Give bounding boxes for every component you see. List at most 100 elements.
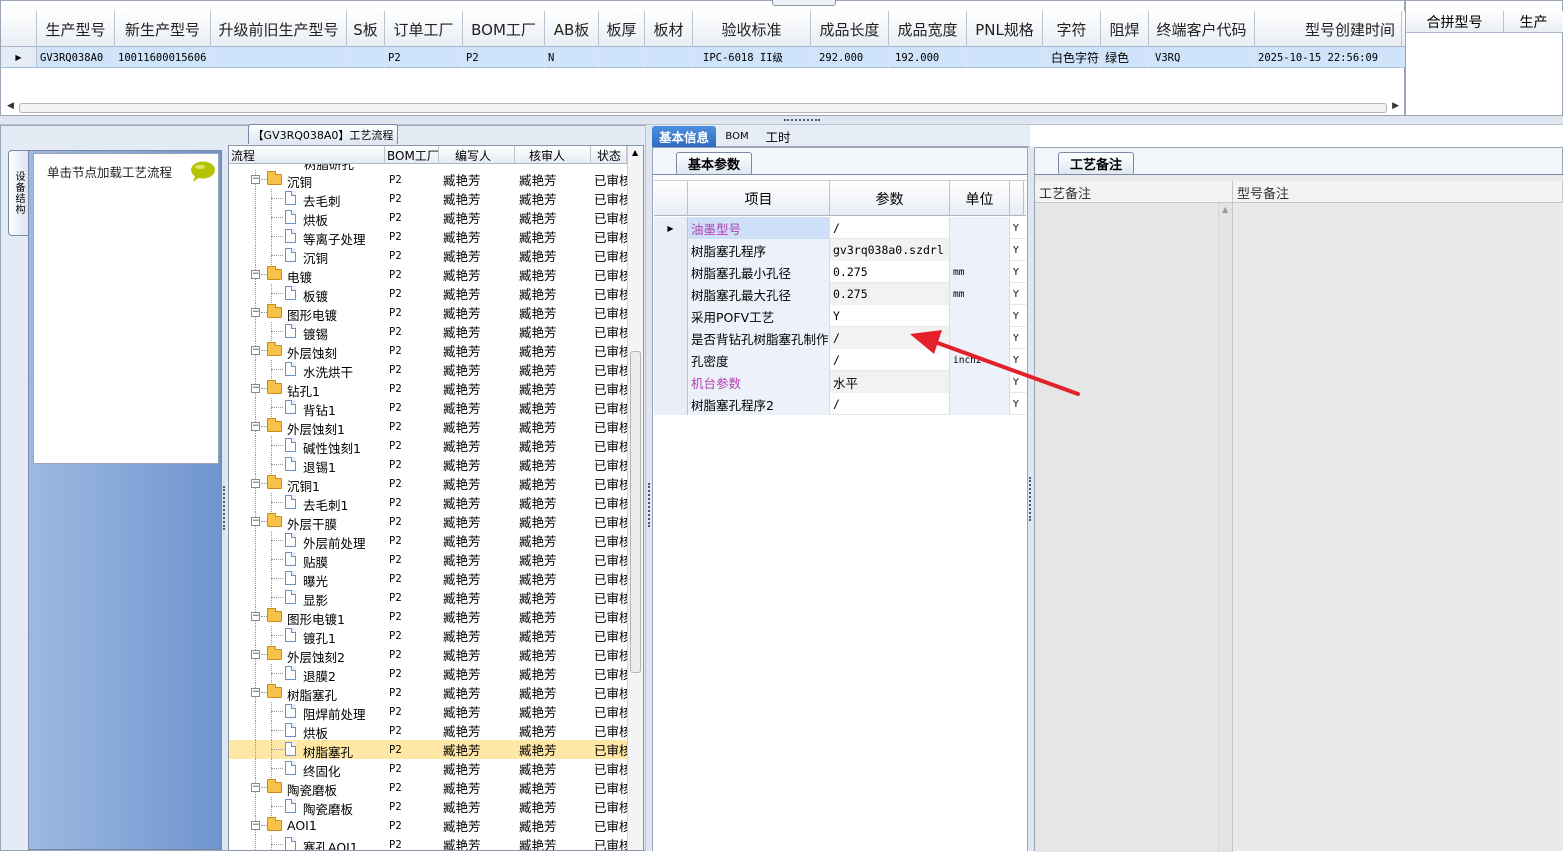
cell-writer[interactable]: 臧艳芳 [439, 474, 515, 493]
collapse-icon[interactable]: − [251, 270, 260, 279]
cell[interactable] [599, 47, 645, 68]
cell-bom[interactable]: P2 [385, 341, 439, 360]
tree-node[interactable]: − 陶瓷磨板 [229, 778, 385, 797]
col-header[interactable]: 工艺备注 [1035, 181, 1233, 203]
table-row[interactable]: −AOI1P2臧艳芳臧艳芳已审核 [229, 816, 627, 835]
cell-reviewer[interactable]: 臧艳芳 [515, 740, 591, 759]
col-header[interactable]: AB板 [545, 11, 599, 47]
cell-status[interactable]: 已审核 [591, 645, 627, 664]
cell-reviewer[interactable]: 臧艳芳 [515, 664, 591, 683]
table-row[interactable]: 背钻1P2臧艳芳臧艳芳已审核 [229, 398, 627, 417]
cell-writer[interactable]: 臧艳芳 [439, 493, 515, 512]
param-row[interactable]: 机台参数 水平 Y [654, 371, 1026, 393]
cell-writer[interactable]: 臧艳芳 [439, 835, 515, 850]
cell-bom[interactable]: P2 [385, 265, 439, 284]
cell-status[interactable]: 已审核 [591, 227, 627, 246]
table-row[interactable]: −钻孔1P2臧艳芳臧艳芳已审核 [229, 379, 627, 398]
param-value[interactable]: 水平 [830, 371, 950, 393]
cell-reviewer[interactable]: 臧艳芳 [515, 683, 591, 702]
collapse-icon[interactable]: − [251, 517, 260, 526]
cell-reviewer[interactable]: 臧艳芳 [515, 569, 591, 588]
cell-bom[interactable]: P2 [385, 550, 439, 569]
collapse-icon[interactable]: − [251, 688, 260, 697]
table-row[interactable]: −外层蚀刻P2臧艳芳臧艳芳已审核 [229, 341, 627, 360]
col-header[interactable]: 核审人 [515, 146, 591, 164]
collapse-icon[interactable]: − [251, 384, 260, 393]
cell-bom[interactable]: P2 [385, 664, 439, 683]
cell-status[interactable]: 已审核 [591, 284, 627, 303]
col-header[interactable]: S板 [347, 11, 385, 47]
cell-bom[interactable]: P2 [385, 417, 439, 436]
cell[interactable]: 292.000 [811, 47, 889, 68]
cell-reviewer[interactable]: 臧艳芳 [515, 759, 591, 778]
cell-reviewer[interactable]: 臧艳芳 [515, 531, 591, 550]
cell-writer[interactable]: 臧艳芳 [439, 778, 515, 797]
tree-node[interactable]: − 图形电镀1 [229, 607, 385, 626]
cell-reviewer[interactable]: 臧艳芳 [515, 265, 591, 284]
cell-writer[interactable]: 臧艳芳 [439, 721, 515, 740]
tree-node[interactable]: 贴膜 [229, 550, 385, 569]
col-header[interactable]: 参数 [830, 181, 950, 216]
param-row[interactable]: 树脂塞孔程序 gv3rq038a0.szdrl Y [654, 239, 1026, 261]
scrollbar-thumb[interactable] [630, 351, 641, 673]
cell-writer[interactable]: 臧艳芳 [439, 702, 515, 721]
collapse-icon[interactable]: − [251, 346, 260, 355]
table-row[interactable]: 板镀P2臧艳芳臧艳芳已审核 [229, 284, 627, 303]
tab-basic-info[interactable]: 基本信息 [652, 126, 716, 147]
collapse-icon[interactable]: − [251, 612, 260, 621]
table-row[interactable]: 陶瓷磨板P2臧艳芳臧艳芳已审核 [229, 797, 627, 816]
horizontal-scrollbar[interactable]: ◀ ▶ [7, 101, 1399, 115]
tree-node[interactable]: 沉铜 [229, 246, 385, 265]
table-row[interactable]: 树脂塞孔P2臧艳芳臧艳芳已审核 [229, 740, 627, 759]
cell-reviewer[interactable]: 臧艳芳 [515, 341, 591, 360]
cell-writer[interactable]: 臧艳芳 [439, 664, 515, 683]
tree-node[interactable]: 去毛刺 [229, 189, 385, 208]
vertical-scrollbar[interactable]: ▲ [1218, 203, 1232, 852]
cell-reviewer[interactable]: 臧艳芳 [515, 721, 591, 740]
craft-remark-text[interactable]: ▲ [1035, 203, 1233, 852]
table-row[interactable]: −外层干膜P2臧艳芳臧艳芳已审核 [229, 512, 627, 531]
cell-reviewer[interactable]: 臧艳芳 [515, 303, 591, 322]
tree-node[interactable]: 终固化 [229, 759, 385, 778]
cell-writer[interactable]: 臧艳芳 [439, 379, 515, 398]
cell-reviewer[interactable]: 臧艳芳 [515, 607, 591, 626]
cell-status[interactable]: 已审核 [591, 531, 627, 550]
cell[interactable]: IPC-6018 II级 [693, 47, 811, 68]
collapse-icon[interactable]: − [251, 650, 260, 659]
cell[interactable] [347, 47, 385, 68]
cell-reviewer[interactable]: 臧艳芳 [515, 493, 591, 512]
param-value[interactable]: 0.275 [830, 283, 950, 305]
cell-status[interactable]: 已审核 [591, 360, 627, 379]
table-row[interactable]: 烘板P2臧艳芳臧艳芳已审核 [229, 721, 627, 740]
cell[interactable]: N [545, 47, 599, 68]
cell-status[interactable]: 已审核 [591, 379, 627, 398]
row-indicator-icon[interactable]: ▶ [654, 217, 688, 239]
scroll-right-icon[interactable]: ▶ [1392, 101, 1399, 111]
cell[interactable]: P2 [385, 47, 463, 68]
cell-reviewer[interactable]: 臧艳芳 [515, 208, 591, 227]
col-header[interactable]: 生产型号 [37, 11, 115, 47]
scroll-left-icon[interactable]: ◀ [7, 101, 14, 111]
cell-reviewer[interactable]: 臧艳芳 [515, 398, 591, 417]
cell-reviewer[interactable]: 臧艳芳 [515, 835, 591, 850]
param-row[interactable]: 树脂塞孔最小孔径 0.275 mm Y [654, 261, 1026, 283]
cell-reviewer[interactable]: 臧艳芳 [515, 379, 591, 398]
cell-bom[interactable]: P2 [385, 189, 439, 208]
cell-status[interactable]: 已审核 [591, 721, 627, 740]
table-row[interactable]: 退膜2P2臧艳芳臧艳芳已审核 [229, 664, 627, 683]
cell-bom[interactable]: P2 [385, 645, 439, 664]
tab-basic-params[interactable]: 基本参数 [676, 152, 752, 174]
table-row[interactable]: −树脂塞孔P2臧艳芳臧艳芳已审核 [229, 683, 627, 702]
cell-status[interactable]: 已审核 [591, 759, 627, 778]
collapse-icon[interactable]: − [251, 175, 260, 184]
collapse-icon[interactable]: − [251, 422, 260, 431]
cell[interactable] [211, 47, 347, 68]
col-header[interactable]: 新生产型号 [115, 11, 211, 47]
param-row[interactable]: 树脂塞孔最大孔径 0.275 mm Y [654, 283, 1026, 305]
table-row[interactable]: 去毛刺P2臧艳芳臧艳芳已审核 [229, 189, 627, 208]
cell-status[interactable]: 已审核 [591, 816, 627, 835]
cell-writer[interactable]: 臧艳芳 [439, 683, 515, 702]
cell-status[interactable]: 已审核 [591, 512, 627, 531]
tree-node[interactable]: − 沉铜1 [229, 474, 385, 493]
cell-status[interactable]: 已审核 [591, 436, 627, 455]
